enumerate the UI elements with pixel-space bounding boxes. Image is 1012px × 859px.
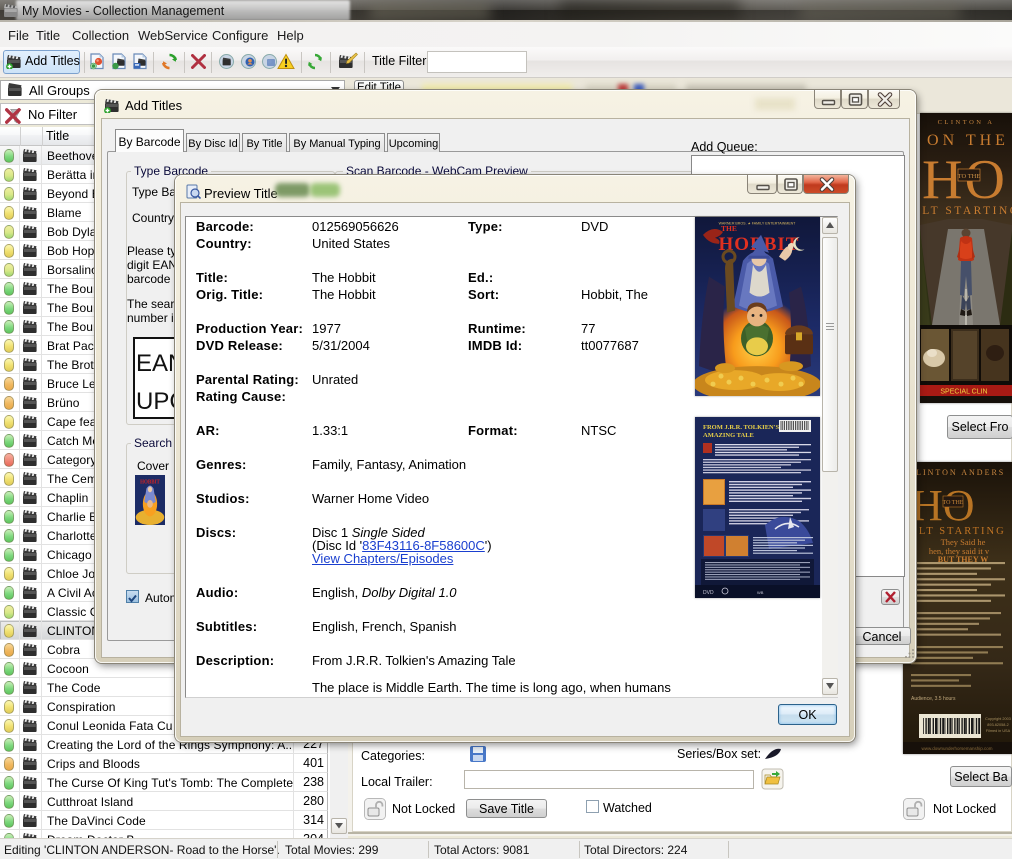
svg-text:WB: WB bbox=[757, 590, 764, 595]
svg-text:THE: THE bbox=[721, 224, 737, 233]
svg-text:HOBBIT: HOBBIT bbox=[140, 479, 160, 486]
svg-text:CLINTON ANDERS: CLINTON ANDERS bbox=[909, 468, 1006, 477]
svg-text:FROM J.R.R. TOLKIEN'S: FROM J.R.R. TOLKIEN'S bbox=[703, 424, 780, 431]
svg-text:DVD: DVD bbox=[703, 590, 714, 596]
svg-text:893-62058-2: 893-62058-2 bbox=[987, 723, 1009, 727]
svg-text:TO THE: TO THE bbox=[958, 173, 981, 180]
svg-text:SPECIAL CLIN: SPECIAL CLIN bbox=[940, 389, 987, 396]
svg-text:Audience, 3.5 hours: Audience, 3.5 hours bbox=[911, 696, 956, 702]
svg-text:Copyright 2003: Copyright 2003 bbox=[985, 717, 1011, 721]
svg-text:www.downunderhorsemanship.com: www.downunderhorsemanship.com bbox=[921, 746, 992, 751]
svg-text:TO THE: TO THE bbox=[943, 500, 964, 506]
svg-text:CLINTON A: CLINTON A bbox=[938, 119, 995, 126]
svg-text:OLT STARTING: OLT STARTING bbox=[920, 205, 1012, 217]
svg-text:AMAZING TALE: AMAZING TALE bbox=[703, 432, 754, 439]
svg-text:ON THE: ON THE bbox=[927, 132, 1009, 149]
svg-text:Filmed in USA: Filmed in USA bbox=[986, 729, 1011, 733]
svg-text:COLT STARTING: COLT STARTING bbox=[903, 526, 1006, 537]
